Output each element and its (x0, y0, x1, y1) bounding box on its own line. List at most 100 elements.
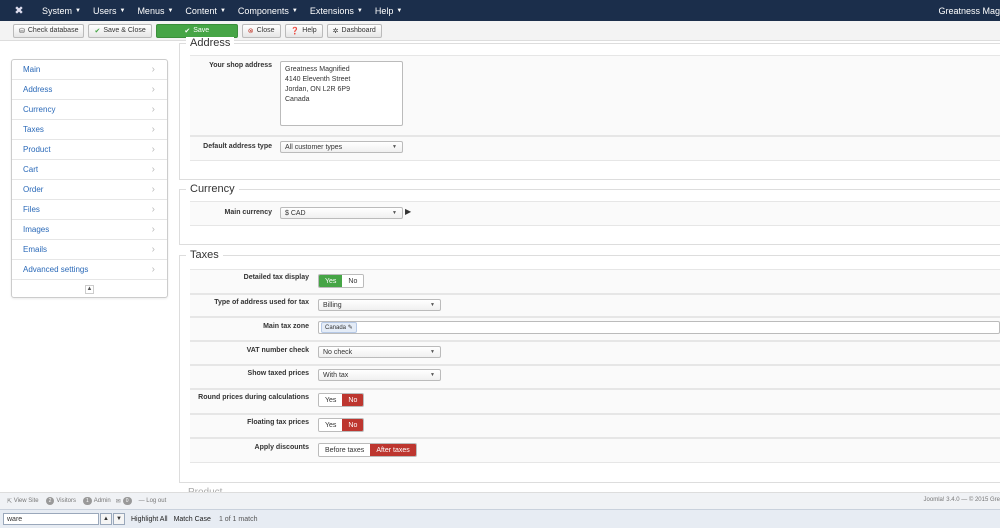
menu-help[interactable]: Help ▼ (369, 0, 408, 21)
after-taxes-option[interactable]: After taxes (370, 444, 416, 456)
sidebar-footer: ▲ (12, 280, 167, 298)
address-line: Greatness Magnified (285, 66, 350, 73)
save-button[interactable]: ✔ Save (155, 23, 238, 38)
before-taxes-option[interactable]: Before taxes (319, 444, 371, 456)
select-value: With tax (323, 371, 349, 379)
button-label: Close (256, 27, 275, 34)
vat-check-select[interactable]: No check ▼ (318, 346, 441, 358)
dropdown-arrow-icon: ▼ (392, 144, 397, 150)
close-icon: ⊗ (247, 27, 254, 35)
edit-currency-arrow-icon[interactable]: ▶ (405, 207, 411, 216)
menu-components[interactable]: Components ▼ (232, 0, 304, 21)
status-bar: ⇱ View Site 2 Visitors 1 Admin ✉ 0 — Log ou… (0, 492, 1000, 509)
question-icon: ❓ (290, 27, 300, 35)
find-input[interactable]: ware (3, 513, 99, 525)
menu-menus[interactable]: Menus ▼ (131, 0, 179, 21)
check-icon: ✔ (94, 27, 101, 35)
sidebar-item-taxes[interactable]: Taxes › (12, 120, 167, 140)
dropdown-arrow-icon: ▼ (430, 372, 435, 378)
match-case-toggle[interactable]: Match Case (174, 516, 211, 523)
sidebar-item-currency[interactable]: Currency › (12, 100, 167, 120)
menu-extensions[interactable]: Extensions ▼ (304, 0, 369, 21)
sidebar-item-files[interactable]: Files › (12, 200, 167, 220)
external-link-icon: ⇱ (7, 498, 13, 505)
tax-address-type-label: Type of address used for tax (214, 299, 309, 306)
sidebar-item-label: Taxes (23, 125, 44, 134)
sidebar-item-label: Order (23, 185, 44, 194)
config-sidebar: Main › Address › Currency › Taxes › Product ›… (11, 59, 168, 298)
chevron-right-icon: › (151, 104, 155, 115)
sidebar-item-label: Cart (23, 165, 39, 174)
default-address-type-select[interactable]: All customer types ▼ (280, 141, 403, 153)
apply-discounts-label: Apply discounts (254, 444, 309, 451)
address-line: 4140 Eleventh Street (285, 76, 351, 83)
chevron-right-icon: › (151, 264, 155, 275)
floating-tax-toggle: Yes No (318, 418, 365, 432)
apply-discounts-row (190, 438, 1000, 463)
button-label: Help (302, 27, 317, 34)
visitors-badge: 2 (45, 497, 55, 505)
tax-zone-tag[interactable]: Canada ✎ (321, 322, 357, 333)
detailed-tax-no[interactable]: No (342, 275, 364, 287)
apply-discounts-toggle: Before taxes After taxes (318, 443, 417, 457)
main-tax-zone-input[interactable]: Canada ✎ (318, 321, 1000, 334)
round-prices-yes[interactable]: Yes (319, 394, 343, 406)
sidebar-item-label: Images (23, 225, 50, 234)
sidebar-item-order[interactable]: Order › (12, 180, 167, 200)
logout-link[interactable]: — Log out (139, 498, 167, 504)
scroll-top-icon[interactable]: ▲ (85, 284, 94, 294)
sidebar-item-images[interactable]: Images › (12, 220, 167, 240)
sidebar-item-label: Files (23, 205, 40, 214)
close-button[interactable]: ⊗ Close (241, 23, 281, 38)
highlight-all-toggle[interactable]: Highlight All (131, 516, 168, 523)
chevron-right-icon: › (151, 164, 155, 175)
show-taxed-prices-label: Show taxed prices (247, 370, 309, 377)
show-taxed-prices-select[interactable]: With tax ▼ (318, 369, 441, 381)
sidebar-item-address[interactable]: Address › (12, 80, 167, 100)
pencil-icon[interactable]: ✎ (348, 325, 353, 331)
joomla-logo-icon[interactable]: ✖ (10, 0, 28, 21)
floating-tax-no[interactable]: No (342, 419, 364, 431)
site-name-link[interactable]: Greatness Mag (938, 0, 1000, 21)
view-site-link[interactable]: ⇱ View Site (7, 498, 39, 505)
button-label: Save (193, 27, 210, 34)
chevron-right-icon: › (151, 184, 155, 195)
find-query: ware (7, 515, 23, 523)
detailed-tax-yes[interactable]: Yes (319, 275, 343, 287)
check-database-button[interactable]: ⛁ Check database (13, 23, 85, 38)
caret-down-icon: ▼ (119, 7, 126, 14)
chevron-right-icon: › (151, 64, 155, 75)
sidebar-item-main[interactable]: Main › (12, 60, 167, 80)
floating-tax-yes[interactable]: Yes (319, 419, 343, 431)
sidebar-item-product[interactable]: Product › (12, 140, 167, 160)
vat-check-label: VAT number check (246, 347, 309, 354)
dropdown-arrow-icon: ▼ (430, 302, 435, 308)
dashboard-button[interactable]: ✲ Dashboard (326, 23, 382, 38)
round-prices-toggle: Yes No (318, 393, 365, 407)
sidebar-item-advanced-settings[interactable]: Advanced settings › (12, 260, 167, 280)
menu-users[interactable]: Users ▼ (87, 0, 131, 21)
tax-address-type-select[interactable]: Billing ▼ (318, 299, 441, 311)
save-close-button[interactable]: ✔ Save & Close (88, 23, 152, 38)
main-currency-select[interactable]: $ CAD ▼ (280, 207, 403, 219)
menu-content[interactable]: Content ▼ (179, 0, 231, 21)
dropdown-arrow-icon: ▼ (392, 210, 397, 216)
currency-legend: Currency (186, 183, 239, 195)
chevron-right-icon: › (151, 144, 155, 155)
envelope-icon: ✉ (115, 498, 121, 505)
sidebar-item-cart[interactable]: Cart › (12, 160, 167, 180)
chevron-up-icon: ▲ (103, 516, 109, 522)
shop-address-textarea[interactable]: Greatness Magnified 4140 Eleventh Street… (280, 61, 403, 126)
round-prices-no[interactable]: No (342, 394, 364, 406)
help-button[interactable]: ❓ Help (284, 23, 323, 38)
menu-system[interactable]: System ▼ (36, 0, 87, 21)
shop-address-label: Your shop address (209, 62, 272, 69)
messages-indicator[interactable]: ✉ 0 (116, 497, 134, 505)
menu-label: Users (92, 5, 117, 16)
find-next-button[interactable]: ▼ (113, 513, 125, 525)
select-value: Billing (323, 301, 342, 309)
find-previous-button[interactable]: ▲ (100, 513, 112, 525)
sidebar-item-label: Advanced settings (23, 265, 89, 274)
sidebar-item-label: Currency (23, 105, 56, 114)
sidebar-item-emails[interactable]: Emails › (12, 240, 167, 260)
